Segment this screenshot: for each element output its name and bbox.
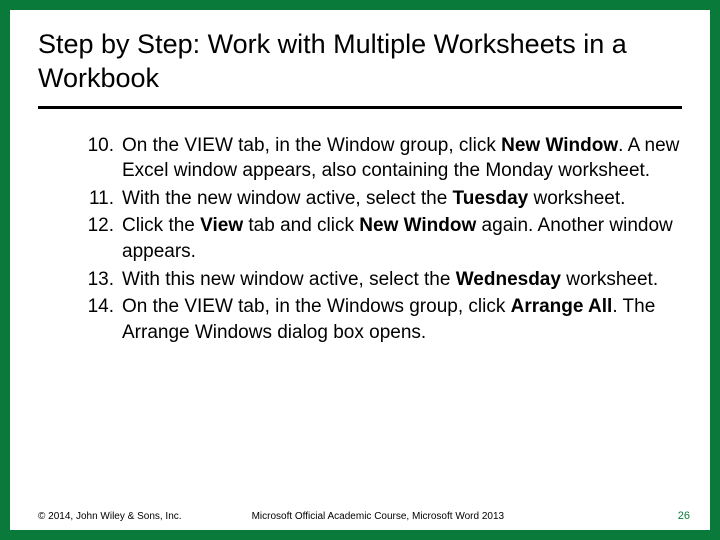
list-item: 13. With this new window active, select t…	[78, 267, 682, 293]
step-number: 12.	[78, 213, 114, 239]
step-number: 10.	[78, 133, 114, 159]
step-text: With the new window active, select the T…	[122, 188, 625, 209]
bold-text: Wednesday	[456, 269, 561, 290]
list-item: 10. On the VIEW tab, in the Window group,…	[78, 133, 682, 184]
bold-text: View	[200, 215, 243, 236]
step-number: 13.	[78, 267, 114, 293]
step-number: 14.	[78, 294, 114, 320]
step-number: 11.	[78, 186, 114, 212]
page-number: 26	[678, 510, 690, 522]
slide-title: Step by Step: Work with Multiple Workshe…	[38, 28, 682, 109]
slide-content: Step by Step: Work with Multiple Workshe…	[10, 10, 710, 530]
step-list: 10. On the VIEW tab, in the Window group,…	[38, 133, 682, 346]
list-item: 12. Click the View tab and click New Wind…	[78, 213, 682, 264]
slide: Step by Step: Work with Multiple Workshe…	[0, 0, 720, 540]
footer: © 2014, John Wiley & Sons, Inc. Microsof…	[38, 510, 690, 522]
list-item: 14. On the VIEW tab, in the Windows group…	[78, 294, 682, 345]
step-text: On the VIEW tab, in the Window group, cl…	[122, 135, 679, 182]
bold-text: New Window	[501, 135, 618, 156]
bold-text: Tuesday	[453, 188, 529, 209]
list-item: 11. With the new window active, select th…	[78, 186, 682, 212]
course-text: Microsoft Official Academic Course, Micr…	[182, 511, 678, 522]
bold-text: Arrange All	[511, 296, 613, 317]
step-text: Click the View tab and click New Window …	[122, 215, 673, 262]
step-text: With this new window active, select the …	[122, 269, 658, 290]
bold-text: New Window	[359, 215, 476, 236]
copyright-text: © 2014, John Wiley & Sons, Inc.	[38, 511, 182, 522]
step-text: On the VIEW tab, in the Windows group, c…	[122, 296, 655, 343]
